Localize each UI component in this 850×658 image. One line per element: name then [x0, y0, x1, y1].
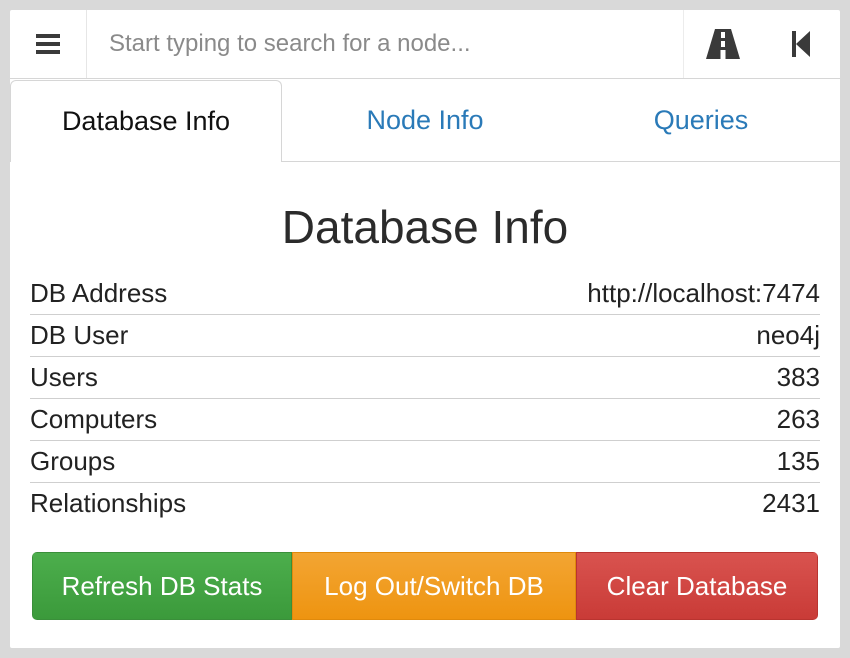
row-label: Relationships: [30, 488, 187, 518]
table-row-db-user: DB User neo4j: [30, 315, 820, 357]
db-info-table: DB Address http://localhost:7474 DB User…: [30, 273, 820, 524]
tab-queries[interactable]: Queries: [562, 79, 840, 161]
tab-node-info[interactable]: Node Info: [288, 79, 562, 161]
row-value: 135: [776, 446, 820, 476]
row-label: Users: [30, 362, 98, 392]
row-label: Groups: [30, 446, 116, 476]
row-label: Computers: [30, 404, 158, 434]
page-title: Database Info: [281, 201, 569, 253]
tab-bar: Database Info Node Info Queries: [10, 79, 840, 162]
table-row-relationships: Relationships 2431: [30, 483, 820, 524]
table-row-db-address: DB Address http://localhost:7474: [30, 273, 820, 315]
row-label: DB User: [30, 320, 129, 350]
table-row-groups: Groups 135: [30, 441, 820, 483]
tab-database-info[interactable]: Database Info: [10, 80, 282, 162]
pathfinding-button[interactable]: [683, 10, 762, 78]
row-value: http://localhost:7474: [587, 278, 820, 308]
table-row-users: Users 383: [30, 357, 820, 399]
search-panel: Database Info Node Info Queries Database…: [10, 10, 840, 648]
row-label: DB Address: [30, 278, 168, 308]
step-backward-icon: [792, 31, 810, 57]
search-input[interactable]: [87, 10, 683, 78]
refresh-db-stats-button[interactable]: Refresh DB Stats: [32, 552, 292, 620]
clear-database-button[interactable]: Clear Database: [576, 552, 818, 620]
row-value: neo4j: [756, 320, 820, 350]
row-value: 2431: [762, 488, 820, 518]
row-value: 383: [776, 362, 820, 392]
road-icon: [706, 29, 740, 59]
hamburger-menu-icon: [36, 34, 60, 54]
back-button[interactable]: [762, 10, 840, 78]
action-button-group: Refresh DB Stats Log Out/Switch DB Clear…: [32, 552, 818, 620]
search-bar: [10, 10, 840, 79]
row-value: 263: [776, 404, 820, 434]
log-out-switch-db-button[interactable]: Log Out/Switch DB: [292, 552, 576, 620]
menu-button[interactable]: [10, 10, 87, 78]
table-row-computers: Computers 263: [30, 399, 820, 441]
